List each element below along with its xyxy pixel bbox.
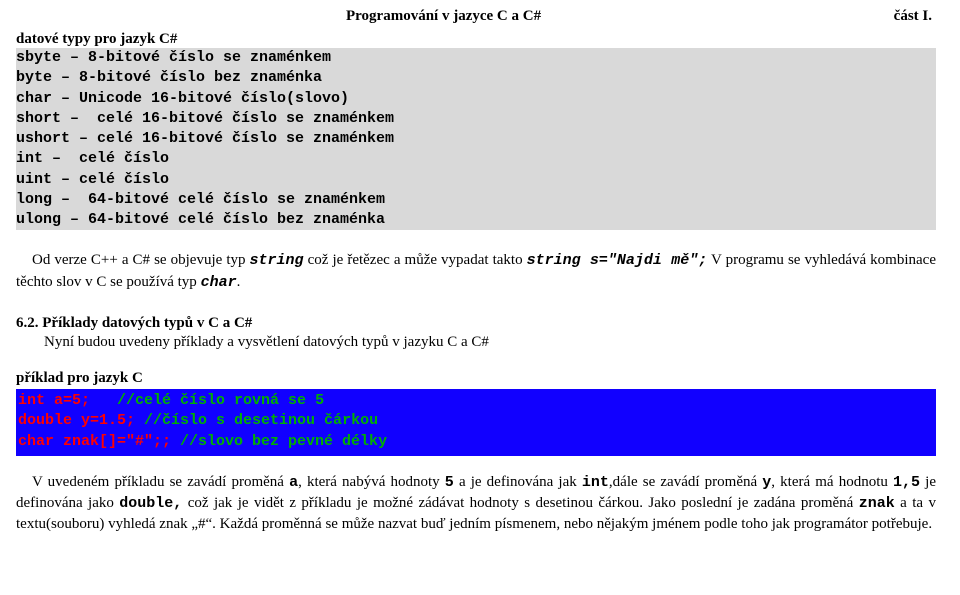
page-header: Programování v jazyce C a C# část I.	[16, 8, 936, 25]
text: což je řetězec a může vypadat takto	[304, 252, 527, 268]
example-title-c: příklad pro jazyk C	[16, 370, 936, 387]
inline-code: 5	[445, 474, 454, 491]
subsection-examples: 6.2. Příklady datových typů v C a C# Nyn…	[16, 315, 936, 352]
inline-code: double,	[119, 495, 182, 512]
code-line: uint – celé číslo	[16, 170, 936, 190]
code-text: char znak[]="#";;	[18, 433, 180, 450]
text: Od verze C++ a C# se objevuje typ	[32, 252, 250, 268]
code-comment: //slovo bez pevné délky	[180, 433, 387, 450]
section-title-datatypes: datové typy pro jazyk C#	[16, 31, 936, 48]
inline-code: znak	[859, 495, 895, 512]
text: V uvedeném příkladu se zavádí proměná	[32, 474, 289, 490]
inline-code: y	[762, 474, 771, 491]
code-comment: //celé číslo rovná se 5	[117, 392, 324, 409]
header-center: Programování v jazyce C a C#	[346, 8, 541, 25]
code-line: byte – 8-bitové číslo bez znaménka	[16, 68, 936, 88]
text: , která má hodnotu	[771, 474, 893, 490]
code-comment: //číslo s desetinou čárkou	[144, 412, 378, 429]
text: ,dále se zavádí proměná	[609, 474, 762, 490]
code-line: long – 64-bitové celé číslo se znaménkem	[16, 190, 936, 210]
inline-code: char	[201, 274, 237, 291]
inline-code: string s="Najdi mě";	[527, 252, 708, 269]
code-block-grey: sbyte – 8-bitové číslo se znaménkembyte …	[16, 48, 936, 230]
subsection-heading: 6.2. Příklady datových typů v C a C#	[16, 315, 936, 332]
code-line: short – celé 16-bitové číslo se znaménke…	[16, 109, 936, 129]
code-line: int – celé číslo	[16, 149, 936, 169]
inline-code: int	[582, 474, 609, 491]
text: , která nabývá hodnoty	[298, 474, 445, 490]
paragraph-string-explain: Od verze C++ a C# se objevuje typ string…	[16, 250, 936, 293]
text: což jak je vidět z příkladu je možné zád…	[182, 495, 858, 511]
paragraph-final: V uvedeném příkladu se zavádí proměná a,…	[16, 472, 936, 535]
inline-code: 1,5	[893, 474, 920, 491]
code-block-blue: int a=5; //celé číslo rovná se 5 double …	[16, 389, 936, 456]
code-line: ulong – 64-bitové celé číslo bez znaménk…	[16, 210, 936, 230]
code-line: sbyte – 8-bitové číslo se znaménkem	[16, 48, 936, 68]
code-line: char – Unicode 16-bitové číslo(slovo)	[16, 89, 936, 109]
inline-code: string	[250, 252, 304, 269]
inline-code: a	[289, 474, 298, 491]
code-line: ushort – celé 16-bitové číslo se znaménk…	[16, 129, 936, 149]
code-text: int a=5;	[18, 392, 117, 409]
text: a je definována jak	[454, 474, 582, 490]
header-right: část I.	[894, 8, 932, 25]
code-text: double y=1.5;	[18, 412, 144, 429]
text: .	[237, 274, 241, 290]
subsection-body: Nyní budou uvedeny příklady a vysvětlení…	[16, 332, 936, 352]
